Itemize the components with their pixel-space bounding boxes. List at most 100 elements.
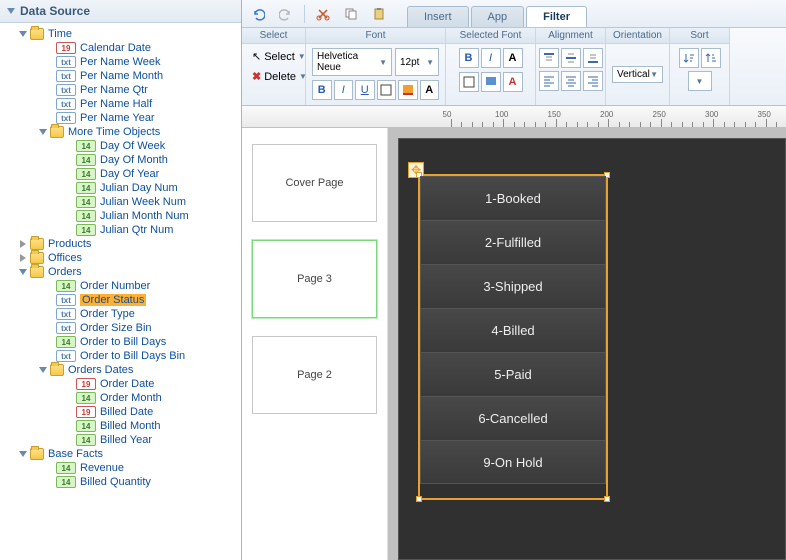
align-right-button[interactable] (583, 71, 603, 91)
tree-folder-label: Products (48, 238, 91, 250)
font-family-combo[interactable]: Helvetica Neue▼ (312, 48, 392, 76)
tree-folder[interactable]: More Time Objects (0, 125, 241, 139)
align-bottom-button[interactable] (583, 48, 603, 68)
tree-folder[interactable]: Orders (0, 265, 241, 279)
tree-folder[interactable]: Time (0, 27, 241, 41)
tree-item[interactable]: txtOrder Type (0, 307, 241, 321)
italic-button[interactable]: I (334, 80, 354, 100)
tree-item[interactable]: txtPer Name Half (0, 97, 241, 111)
tree-item[interactable]: 14Julian Month Num (0, 209, 241, 223)
fill-color-button[interactable] (398, 80, 418, 100)
sort-options-button[interactable]: ▼ (688, 71, 712, 91)
underline-button[interactable]: U (355, 80, 375, 100)
page-thumbnail[interactable]: Page 2 (252, 336, 377, 414)
page-thumbnail[interactable]: Cover Page (252, 144, 377, 222)
filter-list[interactable]: 1-Booked2-Fulfilled3-Shipped4-Billed5-Pa… (420, 176, 606, 484)
tree-item[interactable]: txtOrder Status (0, 293, 241, 307)
chevron-down-icon: ▼ (696, 77, 704, 86)
tree-item[interactable]: 19Order Date (0, 377, 241, 391)
resize-handle-se[interactable] (604, 496, 610, 502)
tree-item[interactable]: 14Julian Qtr Num (0, 223, 241, 237)
tree-item[interactable]: 14Julian Day Num (0, 181, 241, 195)
sel-font-color-button[interactable]: A (503, 48, 523, 68)
tree-item[interactable]: 14Order Number (0, 279, 241, 293)
tree-item[interactable]: txtPer Name Month (0, 69, 241, 83)
tree-item[interactable]: 14Day Of Year (0, 167, 241, 181)
tree-folder[interactable]: Orders Dates (0, 363, 241, 377)
tree-item[interactable]: 14Julian Week Num (0, 195, 241, 209)
tree-item[interactable]: 14Billed Month (0, 419, 241, 433)
tab-app[interactable]: App (471, 6, 525, 27)
filter-value-item[interactable]: 4-Billed (420, 308, 606, 352)
orientation-combo[interactable]: Vertical▼ (612, 66, 663, 83)
copy-button[interactable] (341, 4, 361, 24)
sel-style-button[interactable]: A (503, 72, 523, 92)
filter-value-item[interactable]: 1-Booked (420, 176, 606, 220)
tree-item[interactable]: 14Day Of Week (0, 139, 241, 153)
align-center-button[interactable] (561, 71, 581, 91)
font-size-combo[interactable]: 12pt▼ (395, 48, 439, 76)
sidebar-header[interactable]: Data Source (0, 0, 241, 23)
filter-value-item[interactable]: 2-Fulfilled (420, 220, 606, 264)
tree-folder-label: More Time Objects (68, 126, 160, 138)
folder-icon (50, 364, 64, 376)
tree-item[interactable]: txtOrder to Bill Days Bin (0, 349, 241, 363)
tree-folder[interactable]: Offices (0, 251, 241, 265)
tab-insert[interactable]: Insert (407, 6, 469, 27)
bold-button[interactable]: B (312, 80, 332, 100)
cut-button[interactable] (313, 4, 333, 24)
tree-item[interactable]: txtOrder Size Bin (0, 321, 241, 335)
tree-item[interactable]: txtPer Name Week (0, 55, 241, 69)
page-thumbnail[interactable]: Page 3 (252, 240, 377, 318)
redo-button[interactable] (276, 4, 296, 24)
font-color-button[interactable]: A (420, 80, 440, 100)
align-top-button[interactable] (539, 48, 559, 68)
num-badge-icon: 14 (56, 280, 76, 292)
folder-icon (30, 238, 44, 250)
tree-item[interactable]: 14Revenue (0, 461, 241, 475)
tree-item[interactable]: 19Calendar Date (0, 41, 241, 55)
separator (304, 5, 305, 23)
num-badge-icon: 14 (76, 210, 96, 222)
sel-italic-button[interactable]: I (481, 48, 501, 68)
tree-item[interactable]: 14Billed Quantity (0, 475, 241, 489)
expand-open-icon (39, 129, 47, 135)
group-header: Alignment (536, 28, 605, 44)
filter-value-item[interactable]: 3-Shipped (420, 264, 606, 308)
sort-desc-button[interactable] (701, 48, 721, 68)
tab-filter[interactable]: Filter (526, 6, 587, 27)
sel-fill-button[interactable] (481, 72, 501, 92)
resize-handle-sw[interactable] (416, 496, 422, 502)
tree-folder[interactable]: Base Facts (0, 447, 241, 461)
tree-folder[interactable]: Products (0, 237, 241, 251)
sort-asc-button[interactable] (679, 48, 699, 68)
tree-item-label: Calendar Date (80, 42, 151, 54)
delete-button[interactable]: ✖Delete▼ (248, 68, 299, 85)
horizontal-ruler: 50100150200250300350 (242, 106, 786, 128)
filter-value-item[interactable]: 6-Cancelled (420, 396, 606, 440)
tree-item[interactable]: 14Order to Bill Days (0, 335, 241, 349)
undo-button[interactable] (248, 4, 268, 24)
align-left-button[interactable] (539, 71, 559, 91)
tree-item[interactable]: txtPer Name Year (0, 111, 241, 125)
txt-badge-icon: txt (56, 350, 76, 362)
tree-item-label: Billed Month (100, 420, 161, 432)
filter-value-item[interactable]: 9-On Hold (420, 440, 606, 484)
tree-item[interactable]: 14Billed Year (0, 433, 241, 447)
border-button[interactable] (377, 80, 397, 100)
filter-value-item[interactable]: 5-Paid (420, 352, 606, 396)
num-badge-icon: 14 (76, 196, 96, 208)
sel-bold-button[interactable]: B (459, 48, 479, 68)
tree-item[interactable]: 14Order Month (0, 391, 241, 405)
align-middle-button[interactable] (561, 48, 581, 68)
paste-button[interactable] (369, 4, 389, 24)
tree-item[interactable]: txtPer Name Qtr (0, 83, 241, 97)
design-canvas[interactable]: 1-Booked2-Fulfilled3-Shipped4-Billed5-Pa… (388, 128, 786, 560)
tree-item[interactable]: 19Billed Date (0, 405, 241, 419)
select-button[interactable]: ↖Select▼ (248, 48, 299, 65)
ribbon-group-sort: Sort ▼ (670, 28, 730, 105)
sel-border-button[interactable] (459, 72, 479, 92)
tree-item[interactable]: 14Day Of Month (0, 153, 241, 167)
tree-item-label: Order Month (100, 392, 162, 404)
chevron-down-icon: ▼ (379, 58, 387, 67)
